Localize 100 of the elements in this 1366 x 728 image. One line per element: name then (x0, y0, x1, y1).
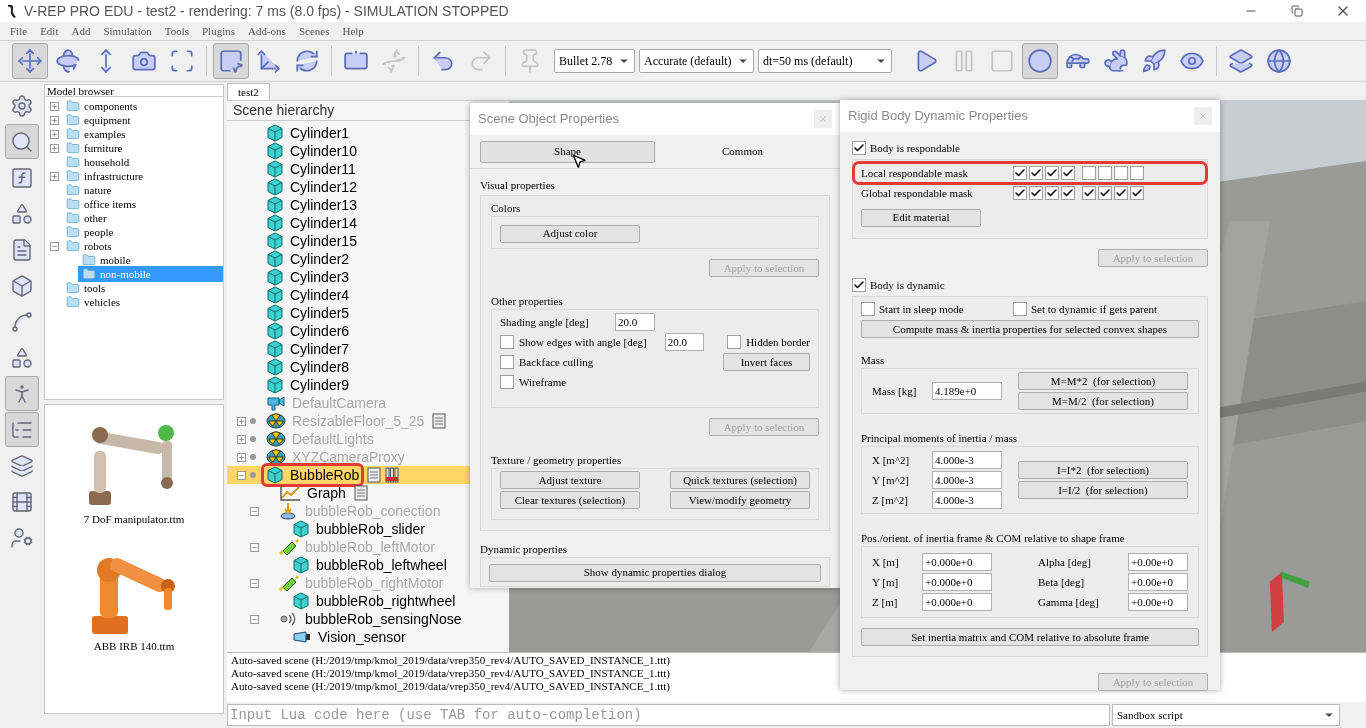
input-field[interactable]: +0.000e+0 (922, 553, 992, 571)
checkbox[interactable] (500, 355, 514, 369)
scene-tab[interactable]: test2 (227, 83, 270, 100)
checkbox[interactable] (1061, 186, 1075, 200)
input-field[interactable]: +0.00e+0 (1128, 553, 1188, 571)
menu-item[interactable]: Edit (40, 22, 59, 40)
push-button[interactable]: I=I/2 (for selection) (1018, 481, 1188, 499)
push-button[interactable]: Adjust color (500, 224, 640, 243)
checkbox[interactable] (500, 335, 514, 349)
push-button[interactable]: I=I*2 (for selection) (1018, 461, 1188, 479)
push-button[interactable]: View/modify geometry (670, 491, 810, 509)
collapse-icon[interactable] (250, 506, 259, 516)
checkbox[interactable] (1013, 302, 1027, 316)
tree-row[interactable]: bubbleRob_rightwheel (227, 592, 509, 610)
expand-icon[interactable] (50, 129, 59, 139)
checkbox[interactable] (1061, 166, 1075, 180)
checkbox[interactable] (861, 302, 875, 316)
checkbox[interactable] (1130, 166, 1144, 180)
checkbox[interactable] (1098, 166, 1112, 180)
expand-icon[interactable] (237, 452, 246, 462)
tree-row[interactable]: Cylinder11 (227, 160, 509, 178)
checkbox[interactable] (1029, 186, 1043, 200)
input-field[interactable]: 4.000e-3 (932, 471, 1002, 489)
tab[interactable]: Shape (480, 140, 655, 163)
checkbox[interactable] (1013, 186, 1027, 200)
tree-row[interactable]: Cylinder7 (227, 340, 509, 358)
input-field[interactable]: +0.000e+0 (922, 593, 992, 611)
cube-icon (266, 142, 284, 160)
expand-icon[interactable] (50, 115, 59, 125)
label: Backface culling (519, 354, 595, 370)
checkbox[interactable] (1114, 186, 1128, 200)
checkbox[interactable] (1045, 186, 1059, 200)
checkbox[interactable] (1082, 166, 1096, 180)
checkbox[interactable] (727, 335, 742, 349)
push-button[interactable]: Quick textures (selection) (670, 471, 810, 489)
push-button[interactable]: Set inertia matrix and COM relative to absolute frame (861, 628, 1199, 646)
dropdown[interactable]: dt=50 ms (default) (758, 49, 892, 73)
expand-icon[interactable] (237, 434, 246, 444)
push-button[interactable]: Adjust texture (500, 471, 640, 489)
tree-row[interactable]: Cylinder3 (227, 268, 509, 286)
expand-icon[interactable] (50, 101, 59, 111)
input-field[interactable]: +0.00e+0 (1128, 573, 1188, 591)
push-button[interactable]: Invert faces (723, 353, 810, 371)
menu-item[interactable]: File (10, 22, 28, 40)
collapse-icon[interactable] (250, 542, 259, 552)
toolbar-button[interactable] (213, 43, 249, 79)
menu-item[interactable]: Help (342, 22, 364, 40)
push-button[interactable]: Clear textures (selection) (500, 491, 640, 509)
collapse-icon[interactable] (250, 614, 259, 624)
push-button[interactable]: Edit material (861, 208, 981, 227)
checkbox[interactable] (1045, 166, 1059, 180)
tree-row[interactable]: Cylinder8 (227, 358, 509, 376)
menu-item[interactable]: Tools (164, 22, 189, 40)
side-toolbar-button[interactable] (5, 376, 39, 411)
checkbox[interactable] (1013, 166, 1027, 180)
push-button[interactable]: Compute mass & inertia properties for selected convex shapes (861, 320, 1199, 338)
tree-row[interactable]: bubbleRob_slider (227, 520, 509, 538)
menu-item[interactable]: Plugins (202, 22, 235, 40)
checkbox[interactable] (1082, 186, 1096, 200)
menu-item[interactable]: Simulation (103, 22, 152, 40)
tab[interactable]: Common (655, 140, 830, 163)
menu-item[interactable]: Add-ons (248, 22, 286, 40)
input-field[interactable]: +0.000e+0 (922, 573, 992, 591)
side-toolbar-button[interactable] (5, 124, 39, 159)
input-field[interactable]: 20.0 (664, 333, 704, 351)
toolbar-button[interactable] (1022, 43, 1058, 79)
tree-row[interactable]: Cylinder9 (227, 376, 509, 394)
lua-input-field[interactable]: Input Lua code here (use TAB for auto-completion) (227, 704, 1110, 726)
folder-icon (66, 197, 80, 211)
tree-row[interactable]: Vision_sensor (227, 628, 509, 646)
expand-icon[interactable] (50, 171, 59, 181)
input-field[interactable]: +0.00e+0 (1128, 593, 1188, 611)
input-field[interactable]: 20.0 (615, 313, 655, 331)
collapse-icon[interactable] (237, 470, 246, 480)
input-field[interactable]: 4.000e-3 (932, 491, 1002, 509)
menu-item[interactable]: Scenes (298, 22, 330, 40)
dropdown[interactable]: Bullet 2.78 (554, 49, 635, 73)
tree-row[interactable]: bubbleRob_sensingNose (227, 610, 509, 628)
push-button[interactable]: M=M/2 (for selection) (1018, 392, 1188, 410)
side-toolbar-button[interactable] (5, 412, 39, 447)
menu-item[interactable]: Add (71, 22, 91, 40)
input-field[interactable]: 4.189e+0 (932, 382, 1002, 400)
checkbox[interactable] (852, 141, 866, 155)
dropdown[interactable]: Accurate (default) (639, 49, 754, 73)
input-field[interactable]: 4.000e-3 (932, 451, 1002, 469)
expand-icon[interactable] (237, 416, 246, 426)
checkbox[interactable] (1114, 166, 1128, 180)
collapse-icon[interactable] (250, 578, 259, 588)
checkbox[interactable] (1029, 166, 1043, 180)
push-button[interactable]: Show dynamic properties dialog (489, 563, 821, 582)
checkbox[interactable] (500, 375, 514, 389)
collapse-icon[interactable] (50, 241, 59, 251)
push-button[interactable]: M=M*2 (for selection) (1018, 372, 1188, 390)
expand-icon[interactable] (50, 143, 59, 153)
checkbox[interactable] (852, 278, 866, 292)
script-dropdown[interactable]: Sandbox script (1112, 704, 1340, 726)
checkbox[interactable] (1130, 186, 1144, 200)
toolbar-button[interactable] (12, 43, 48, 79)
tree-row[interactable]: Cylinder2 (227, 250, 509, 268)
checkbox[interactable] (1098, 186, 1112, 200)
